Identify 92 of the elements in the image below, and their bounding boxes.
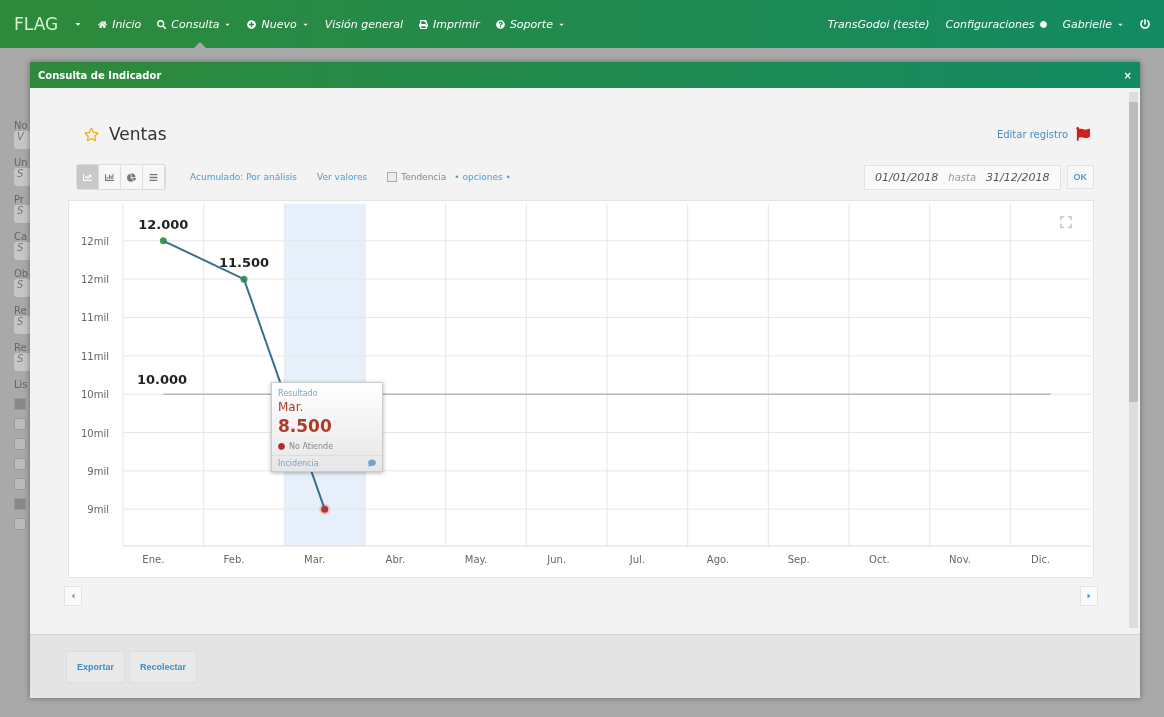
data-point[interactable] xyxy=(319,503,331,515)
view-button[interactable] xyxy=(143,165,165,189)
nav-link[interactable]: Inicio xyxy=(98,0,142,48)
ok-button[interactable]: OK xyxy=(1066,165,1094,189)
field-label: No xyxy=(14,120,29,131)
y-axis-label: 10mil xyxy=(80,389,109,401)
x-axis-label: Mar. xyxy=(304,554,326,565)
close-button[interactable]: × xyxy=(1123,69,1132,81)
field-label: Re xyxy=(14,342,28,353)
value-label: 10.000 xyxy=(137,372,188,388)
y-axis-label: 9mil xyxy=(87,465,109,477)
y-axis-label: 11mil xyxy=(80,350,109,362)
star-icon[interactable] xyxy=(84,126,99,142)
power-icon[interactable] xyxy=(1140,19,1150,29)
footer-button[interactable]: Exportar xyxy=(66,650,125,683)
checkbox[interactable] xyxy=(14,498,26,510)
nav-link[interactable]: Visión general xyxy=(324,0,404,48)
field-label: Ca xyxy=(14,231,29,242)
nav-link[interactable]: TransGodoi (teste) xyxy=(827,0,930,48)
line-chart-icon xyxy=(83,172,92,182)
next-button[interactable] xyxy=(1080,586,1098,606)
tooltip-status: No Atiende xyxy=(289,442,334,451)
x-axis-label: Jun. xyxy=(547,554,567,565)
checkbox-label: Tendencia xyxy=(401,172,447,182)
incidence-link[interactable]: Incidencia xyxy=(278,459,319,468)
date-range-field[interactable]: 01/01/2018 hasta 31/12/2018 xyxy=(863,164,1061,190)
x-axis-label: Dic. xyxy=(1031,554,1051,565)
nav-link[interactable]: Gabrielle xyxy=(1062,0,1124,48)
checkbox[interactable] xyxy=(387,172,398,182)
scrollbar[interactable] xyxy=(1129,92,1138,628)
nav-link[interactable]: Nuevo xyxy=(247,0,309,48)
x-axis-label: Sep. xyxy=(787,554,810,565)
x-axis-label: Abr. xyxy=(385,554,406,565)
y-axis-label: 11mil xyxy=(80,312,109,324)
bar-chart-icon xyxy=(105,172,114,182)
print-icon xyxy=(419,19,429,29)
y-axis-label: 12mil xyxy=(80,274,109,286)
data-point[interactable] xyxy=(240,275,248,283)
comment-icon[interactable] xyxy=(368,459,376,467)
tooltip-category: Mar. xyxy=(278,400,305,414)
edit-link[interactable]: Editar registro xyxy=(996,127,1090,141)
data-point[interactable] xyxy=(159,237,167,245)
y-axis-label: 12mil xyxy=(80,235,109,247)
view-button[interactable] xyxy=(99,165,121,189)
brand-logo[interactable]: FLAG xyxy=(14,14,59,34)
plus-icon xyxy=(247,19,257,29)
home-icon xyxy=(98,19,108,29)
field-label: Pr xyxy=(14,194,25,205)
checkbox[interactable] xyxy=(14,418,26,430)
previous-button[interactable] xyxy=(64,586,82,606)
x-axis-label: Ene. xyxy=(142,554,165,565)
footer-button[interactable]: Recolectar xyxy=(129,650,198,683)
caret-icon xyxy=(74,20,83,28)
tooltip-series: Resultado xyxy=(278,389,319,398)
checkbox[interactable] xyxy=(14,458,26,470)
checkbox[interactable] xyxy=(14,478,26,490)
x-axis-label: Ago. xyxy=(706,554,730,565)
caret-right-icon xyxy=(1085,592,1093,600)
x-axis-label: Nov. xyxy=(949,554,971,565)
pie-chart-icon xyxy=(127,172,136,182)
field-label: Re xyxy=(14,305,28,316)
checkbox[interactable] xyxy=(14,398,26,410)
nav-link[interactable]: Imprimir xyxy=(419,0,480,48)
field-label: Ob xyxy=(14,268,30,279)
value-label: 11.500 xyxy=(218,255,270,271)
accumulated-link[interactable]: Acumulado: Por análisis xyxy=(190,172,298,182)
tooltip-value: 8.500 xyxy=(278,416,333,436)
expand-icon[interactable] xyxy=(1059,215,1073,229)
x-axis-label: Jul. xyxy=(629,554,645,565)
view-button[interactable] xyxy=(121,165,143,189)
help-icon xyxy=(495,19,505,29)
field-label: Lis xyxy=(14,379,29,390)
indicator-title: Ventas xyxy=(109,124,167,144)
x-axis-label: May. xyxy=(464,554,488,565)
x-axis-label: Oct. xyxy=(869,554,890,565)
field-label: Un xyxy=(14,157,29,168)
nav-link[interactable]: Soporte xyxy=(495,0,565,48)
dialog-title: Consulta de Indicador xyxy=(38,69,162,81)
checkbox[interactable] xyxy=(14,438,26,450)
x-axis-label: Feb. xyxy=(223,554,245,565)
options-link[interactable]: • opciones • xyxy=(454,172,511,182)
checkbox[interactable] xyxy=(14,518,26,530)
y-axis-label: 10mil xyxy=(80,427,109,439)
search-icon xyxy=(157,19,167,29)
nav-link[interactable]: Configuraciones xyxy=(945,0,1047,48)
caret-left-icon xyxy=(69,592,77,600)
nav-link[interactable]: Consulta xyxy=(157,0,232,48)
values-link[interactable]: Ver valores xyxy=(317,172,368,182)
list-icon xyxy=(149,172,158,182)
value-label: 12.000 xyxy=(138,216,189,232)
y-axis-label: 9mil xyxy=(87,504,109,516)
flag-icon xyxy=(1076,127,1090,141)
